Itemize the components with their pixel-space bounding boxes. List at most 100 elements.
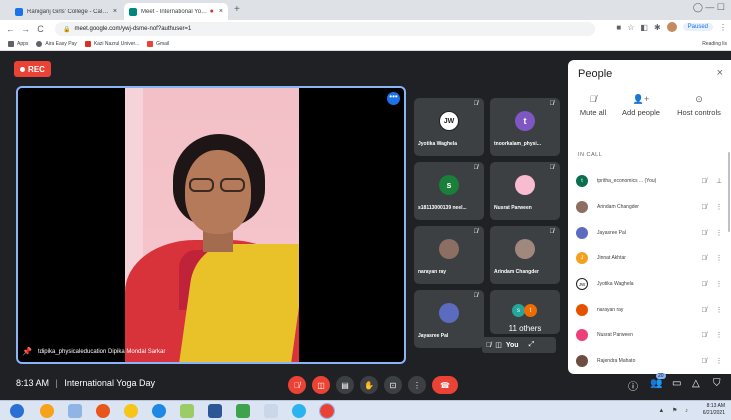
participant-photo-avatar [576, 329, 588, 341]
info-icon[interactable]: ⓘ [628, 378, 638, 393]
camera-off-icon: ◫ [495, 342, 502, 349]
participant-tile[interactable]: 🎙̸ Arindam Changder [490, 226, 560, 284]
bookmark-aira[interactable]: Aira Easy Pay [36, 41, 77, 47]
people-button[interactable]: 👥 20 [650, 373, 666, 389]
more-options-button[interactable]: ⋮ [408, 376, 426, 394]
participant-tile[interactable]: 🎙̸ t tnoorkalam_physi... [490, 98, 560, 156]
meeting-title: International Yoga Day [64, 378, 155, 388]
participant-row[interactable]: Arindam Changder 🎙̸ ⋮ [576, 200, 724, 214]
chrome-active-icon[interactable] [319, 403, 335, 419]
window-controls[interactable]: ◯ — ☐ [693, 2, 725, 13]
mic-toggle-button[interactable]: 🎙̸ [288, 376, 306, 394]
meeting-control-bar: 8:13 AM | International Yoga Day 🎙̸ ◫ ▤ … [0, 370, 731, 400]
profile-avatar[interactable] [666, 22, 677, 32]
participant-row[interactable]: Rajendra Mahato 🎙̸ ⋮ [576, 354, 724, 368]
main-video-tile[interactable]: ••• 📌 tdipika_physicaleducation Dipika M… [16, 86, 406, 364]
pin-icon[interactable]: 📌 [22, 347, 32, 356]
camera-toggle-button[interactable]: ◫ [312, 376, 330, 394]
mute-all-button[interactable]: 🎙̸ Mute all [568, 95, 618, 118]
pin-icon[interactable]: ⊥ [714, 177, 724, 185]
more-options-icon[interactable]: ⋮ [714, 306, 724, 314]
participant-name: Jinnat Akhtar [597, 255, 626, 261]
more-options-icon[interactable]: ⋮ [714, 254, 724, 262]
participant-tile[interactable]: 🎙̸ narayan ray [414, 226, 484, 284]
mic-off-icon[interactable]: 🎙̸ [698, 178, 710, 185]
excel-icon[interactable] [236, 404, 250, 418]
browser-icon[interactable] [292, 404, 306, 418]
url-field[interactable]: 🔒 meet.google.com/ywj-dsme-nof?authuser=… [55, 22, 595, 36]
profile-status-badge[interactable]: Paused [682, 23, 713, 31]
paint-icon[interactable] [180, 404, 194, 418]
media-player-icon[interactable] [40, 404, 54, 418]
mic-off-icon[interactable]: 🎙̸ [698, 255, 710, 262]
raise-hand-button[interactable]: ✋ [360, 376, 378, 394]
more-options-icon[interactable]: ⋮ [714, 203, 724, 211]
system-clock[interactable]: 8:13 AM 6/21/2021 [703, 403, 725, 417]
mic-off-icon[interactable]: 🎙̸ [698, 230, 710, 237]
participant-row[interactable]: Jayasree Pal 🎙̸ ⋮ [576, 226, 724, 240]
close-tab-icon[interactable]: × [219, 8, 223, 15]
tab-meet[interactable]: Meet - International Yoga D ● × [124, 3, 228, 20]
menu-icon[interactable]: ⋮ [719, 23, 727, 32]
mic-off-icon[interactable]: 🎙̸ [698, 332, 710, 339]
participant-tile[interactable]: 🎙̸ s s18113000139 neel... [414, 162, 484, 220]
panel-title: People [578, 68, 613, 80]
tray-icons[interactable]: ▲ ⚑ ♪ [658, 407, 691, 414]
participant-row[interactable]: t tpritha_economics ... (You) 🎙̸ ⊥ [576, 174, 724, 188]
libraries-icon[interactable] [68, 404, 82, 418]
participant-row[interactable]: Nusrat Parween 🎙̸ ⋮ [576, 328, 724, 342]
more-options-icon[interactable]: ⋮ [714, 280, 724, 288]
camera-icon[interactable]: ■ [616, 23, 621, 32]
edge-icon[interactable] [152, 404, 166, 418]
star-icon[interactable]: ☆ [627, 23, 634, 32]
more-options-icon[interactable]: ••• [387, 92, 400, 105]
mic-off-icon[interactable]: 🎙̸ [698, 307, 710, 314]
new-tab-button[interactable]: + [234, 4, 240, 15]
word-icon[interactable] [208, 404, 222, 418]
host-controls-icon[interactable]: ⛉ [713, 378, 721, 389]
puzzle-icon[interactable]: ✱ [654, 23, 661, 32]
leave-call-button[interactable]: ☎ [432, 376, 458, 394]
more-options-icon[interactable]: ⋮ [714, 331, 724, 339]
participant-tile[interactable]: 🎙̸ Nusrat Parween [490, 162, 560, 220]
panel-scrollbar[interactable] [728, 152, 730, 232]
others-tile[interactable]: s t 11 others [490, 290, 560, 334]
mic-off-icon[interactable]: 🎙̸ [698, 281, 710, 288]
host-controls-button[interactable]: ⊙ Host controls [674, 95, 724, 118]
participant-row[interactable]: JW Jyotika Waghela 🎙̸ ⋮ [576, 277, 724, 291]
bookmark-gmail[interactable]: Gmail [147, 41, 169, 47]
close-tab-icon[interactable]: × [113, 8, 117, 15]
mic-off-icon[interactable]: 🎙̸ [698, 358, 710, 365]
participant-name: Nusrat Parween [597, 332, 633, 338]
participant-tile[interactable]: 🎙̸ Jayasree Pal [414, 290, 484, 348]
more-options-icon[interactable]: ⋮ [714, 357, 724, 365]
reload-icon[interactable]: C [36, 24, 45, 34]
recording-dot-icon: ● [209, 8, 214, 15]
self-view-pill[interactable]: 🎙̸ ◫ You ⤢ [482, 337, 556, 353]
mic-off-icon: 🎙̸ [549, 229, 555, 235]
chrome-icon[interactable] [124, 404, 138, 418]
expand-icon[interactable]: ⤢ [529, 341, 535, 349]
close-icon[interactable]: × [717, 67, 723, 79]
forward-icon[interactable]: → [21, 24, 30, 34]
participant-row[interactable]: J Jinnat Akhtar 🎙̸ ⋮ [576, 251, 724, 265]
activities-icon[interactable]: △ [692, 378, 700, 389]
captions-button[interactable]: ▤ [336, 376, 354, 394]
tab-college-calendar[interactable]: Raniganj Girls' College - Calenda × [10, 3, 122, 20]
add-people-button[interactable]: 👤+ Add people [616, 95, 666, 118]
bookmark-kazi[interactable]: Kazi Nazrul Univer... [84, 41, 139, 47]
more-options-icon[interactable]: ⋮ [714, 229, 724, 237]
bookmark-apps[interactable]: Apps [8, 41, 28, 47]
bookmark-label: Gmail [156, 41, 170, 47]
participant-tile[interactable]: 🎙̸ JW Jyotika Waghela [414, 98, 484, 156]
firefox-icon[interactable] [96, 404, 110, 418]
back-icon[interactable]: ← [6, 24, 15, 34]
mic-off-icon[interactable]: 🎙̸ [698, 204, 710, 211]
present-button[interactable]: ⊡ [384, 376, 402, 394]
reading-list[interactable]: Reading lis [702, 41, 727, 47]
chat-icon[interactable]: ▭ [672, 378, 681, 389]
extension-icon[interactable]: ◧ [640, 23, 648, 32]
folder-icon[interactable] [264, 404, 278, 418]
participant-row[interactable]: narayan ray 🎙̸ ⋮ [576, 303, 724, 317]
start-button[interactable] [10, 404, 24, 418]
